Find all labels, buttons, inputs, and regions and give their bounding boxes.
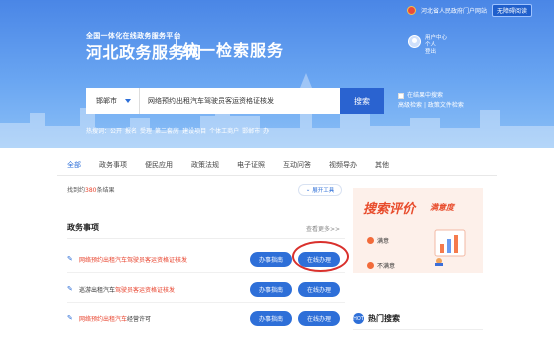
- user-center-label[interactable]: 用户中心: [425, 35, 447, 42]
- tab-gov-affairs[interactable]: 政务事项: [99, 160, 127, 176]
- advanced-search-area: 在结果中搜索 高级检索 | 政策文件检索: [398, 91, 464, 109]
- guide-button[interactable]: 办事指南: [250, 282, 292, 297]
- search-evaluation-card[interactable]: 搜索评价 满意度 满意 不满意: [353, 188, 483, 273]
- item-title-link[interactable]: 网络预约出租汽车驾驶员客运资格证核发: [79, 255, 249, 264]
- brand-divider: [176, 37, 177, 57]
- hot-words: 热搜词：公开 报名 受理 第二套房 建设项目 个体工商户 邯郸市 办: [86, 126, 269, 135]
- advanced-search-link[interactable]: 高级检索: [398, 102, 422, 109]
- hot-search-divider: [353, 329, 483, 330]
- chart-illustration: [434, 229, 466, 266]
- satisfied-option[interactable]: 满意: [367, 236, 389, 245]
- hot-word[interactable]: 热搜词：公开: [86, 126, 122, 135]
- hot-word[interactable]: 邯郸市: [242, 126, 260, 135]
- page: 河北省人民政府门户网站 无障碍阅读 全国一体化在线政务服务平台 河北政务服务网 …: [0, 0, 554, 338]
- item-title-link[interactable]: 巡游出租汽车驾驶员客运资格证核发: [79, 285, 249, 294]
- chevron-down-icon: ⌄: [305, 187, 311, 193]
- search-input[interactable]: [140, 88, 340, 114]
- expand-tools-button[interactable]: ⌄ 展开工具: [298, 184, 342, 196]
- eval-title: 搜索评价: [363, 202, 416, 217]
- view-more-link[interactable]: 查看更多>>: [306, 224, 340, 233]
- accessible-reading-button[interactable]: 无障碍阅读: [491, 4, 532, 17]
- search-button[interactable]: 搜索: [340, 88, 384, 114]
- smile-icon: [367, 237, 374, 244]
- page-title: 统一检索服务: [182, 41, 285, 60]
- row-divider: [67, 302, 345, 303]
- hot-word[interactable]: 受理: [140, 126, 152, 135]
- list-item: ✎ 巡游出租汽车驾驶员客运资格证核发 办事指南 在线办理: [67, 279, 345, 299]
- guide-button[interactable]: 办事指南: [250, 311, 292, 326]
- tabs-divider: [57, 175, 497, 176]
- topbar: 河北省人民政府门户网站 无障碍阅读: [406, 4, 532, 17]
- category-tabs: 全部 政务事项 便民应用 政策法规 电子证照 互动问答 视频导办 其他: [67, 160, 389, 176]
- hot-word[interactable]: 建设项目: [182, 126, 206, 135]
- tab-e-licenses[interactable]: 电子证照: [237, 160, 265, 176]
- section-title: 政务事项: [67, 223, 99, 232]
- hot-word[interactable]: 个体工商户: [209, 126, 239, 135]
- annotation-circle: [292, 241, 349, 272]
- national-emblem-icon: [406, 6, 416, 15]
- tab-qa[interactable]: 互动问答: [283, 160, 311, 176]
- frown-icon: [367, 262, 374, 269]
- user-center[interactable]: 用户中心 个人 登出: [408, 35, 447, 56]
- city-select-value: 邯郸市: [96, 97, 117, 105]
- policy-search-link[interactable]: 政策文件检索: [428, 102, 464, 109]
- city-select[interactable]: 邯郸市: [86, 88, 140, 114]
- user-avatar-icon[interactable]: [408, 35, 421, 48]
- tab-video-guide[interactable]: 视频导办: [329, 160, 357, 176]
- logout-link[interactable]: 登出: [425, 49, 447, 56]
- edit-icon: ✎: [67, 255, 73, 263]
- online-apply-button[interactable]: 在线办理: [298, 311, 340, 326]
- hot-word[interactable]: 报名: [125, 126, 137, 135]
- item-title-link[interactable]: 网络预约出租汽车经营许可: [79, 314, 249, 323]
- user-name[interactable]: 个人: [425, 42, 447, 49]
- expand-tools-label: 展开工具: [312, 188, 335, 194]
- tab-all[interactable]: 全部: [67, 160, 81, 176]
- hot-icon: HOT: [353, 313, 364, 324]
- tab-convenience-apps[interactable]: 便民应用: [145, 160, 173, 176]
- hot-word[interactable]: 第二套房: [155, 126, 179, 135]
- hot-search-header: HOT 热门搜索: [353, 313, 400, 324]
- dropdown-arrow-icon: [125, 99, 131, 103]
- gov-portal-link[interactable]: 河北省人民政府门户网站: [421, 6, 487, 15]
- search-bar: 邯郸市 搜索: [86, 88, 384, 114]
- result-count: 找到约380条结果: [67, 187, 115, 194]
- eval-subtitle: 满意度: [430, 203, 454, 212]
- header-banner: 河北省人民政府门户网站 无障碍阅读 全国一体化在线政务服务平台 河北政务服务网 …: [0, 0, 554, 148]
- section-divider: [67, 238, 345, 239]
- tab-policies[interactable]: 政策法规: [191, 160, 219, 176]
- hot-search-label: 热门搜索: [368, 314, 400, 323]
- list-item: ✎ 网络预约出租汽车经营许可 办事指南 在线办理: [67, 308, 345, 328]
- edit-icon: ✎: [67, 314, 73, 322]
- hot-word[interactable]: 办: [263, 126, 269, 135]
- edit-icon: ✎: [67, 285, 73, 293]
- row-divider: [67, 272, 345, 273]
- result-count-number: 380: [85, 187, 97, 194]
- search-in-results-label[interactable]: 在结果中搜索: [407, 91, 443, 101]
- guide-button[interactable]: 办事指南: [250, 252, 292, 267]
- unsatisfied-option[interactable]: 不满意: [367, 261, 395, 270]
- online-apply-button[interactable]: 在线办理: [298, 282, 340, 297]
- search-in-results-checkbox[interactable]: [398, 93, 404, 99]
- tab-other[interactable]: 其他: [375, 160, 389, 176]
